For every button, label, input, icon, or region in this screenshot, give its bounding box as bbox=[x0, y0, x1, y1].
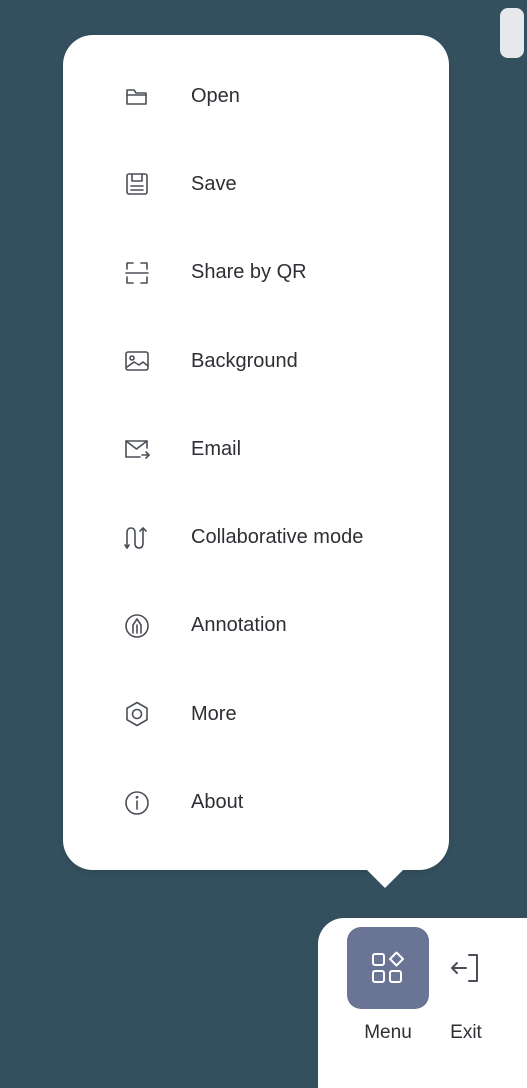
menu-item-label: About bbox=[191, 791, 244, 814]
exit-button-label: Exit bbox=[450, 1022, 482, 1043]
email-icon bbox=[122, 434, 152, 464]
gear-icon bbox=[122, 699, 152, 729]
menu-item-collaborative-mode[interactable]: Collaborative mode bbox=[63, 493, 449, 581]
qr-scan-icon bbox=[122, 258, 152, 288]
save-icon bbox=[122, 169, 152, 199]
menu-item-label: Save bbox=[191, 172, 237, 195]
folder-icon bbox=[122, 81, 152, 111]
annotation-icon bbox=[122, 611, 152, 641]
menu-item-label: Email bbox=[191, 437, 242, 460]
info-icon bbox=[122, 788, 152, 818]
exit-icon bbox=[451, 954, 478, 982]
menu-item-label: More bbox=[191, 702, 237, 725]
menu-item-label: Collaborative mode bbox=[191, 526, 364, 549]
menu-button-bg[interactable] bbox=[347, 927, 429, 1009]
menu-item-label: Background bbox=[191, 349, 298, 372]
exit-button-bg[interactable] bbox=[431, 927, 501, 1009]
menu-list: Open Save Share by QR Background Email C… bbox=[63, 52, 449, 847]
menu-item-annotation[interactable]: Annotation bbox=[63, 582, 449, 670]
menu-item-label: Share by QR bbox=[191, 261, 307, 284]
scroll-handle[interactable] bbox=[500, 8, 524, 58]
collaborate-icon bbox=[122, 523, 152, 553]
menu-item-about[interactable]: About bbox=[63, 758, 449, 846]
menu-item-background[interactable]: Background bbox=[63, 317, 449, 405]
menu-button[interactable]: Menu bbox=[347, 927, 429, 1044]
menu-item-share-by-qr[interactable]: Share by QR bbox=[63, 229, 449, 317]
menu-button-label: Menu bbox=[364, 1022, 412, 1043]
menu-item-label: Open bbox=[191, 84, 240, 107]
bottom-dock: Menu Exit bbox=[318, 918, 527, 1088]
grid-menu-icon bbox=[372, 951, 404, 983]
menu-popup: Open Save Share by QR Background Email C… bbox=[63, 35, 449, 870]
exit-button[interactable]: Exit bbox=[431, 927, 501, 1044]
menu-item-more[interactable]: More bbox=[63, 670, 449, 758]
menu-item-save[interactable]: Save bbox=[63, 140, 449, 228]
menu-item-email[interactable]: Email bbox=[63, 405, 449, 493]
menu-item-label: Annotation bbox=[191, 614, 287, 637]
image-icon bbox=[122, 346, 152, 376]
menu-item-open[interactable]: Open bbox=[63, 52, 449, 140]
menu-pointer bbox=[363, 866, 407, 888]
